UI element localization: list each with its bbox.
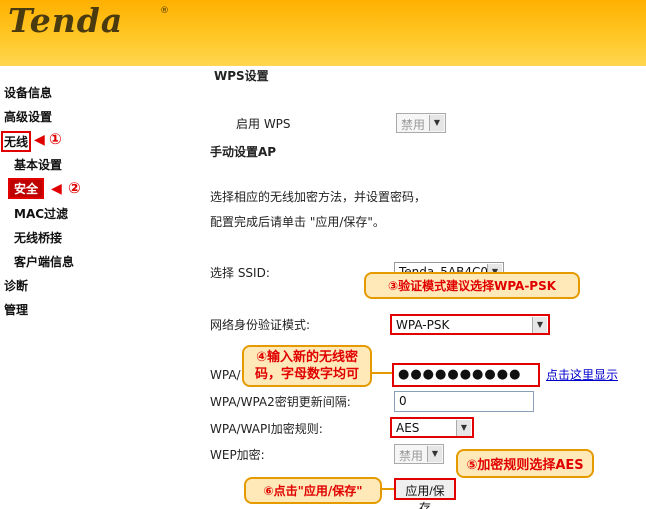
arrow-left-icon: ◀ bbox=[34, 132, 45, 148]
wep-label: WEP加密: bbox=[210, 448, 265, 462]
registered-mark: ® bbox=[160, 6, 169, 16]
sidebar-item-diagnostics[interactable]: 诊断 bbox=[4, 277, 28, 294]
callout-password: ④输入新的无线密 码，字母数字均可 bbox=[242, 345, 372, 387]
sidebar-item-wireless-bridge[interactable]: 无线桥接 bbox=[14, 229, 62, 246]
sidebar-item-device-info[interactable]: 设备信息 bbox=[4, 84, 52, 101]
wpa-key-input[interactable]: ●●●●●●●●●● bbox=[392, 363, 540, 387]
sidebar: 设备信息 高级设置 无线 ◀ ① 基本设置 安全 ◀ ② MAC过滤 无线桥接 … bbox=[0, 66, 172, 509]
header-banner: Tenda ® bbox=[0, 0, 646, 66]
callout-apply: ⑥点击"应用/保存" bbox=[244, 477, 382, 504]
show-password-link[interactable]: 点击这里显示 bbox=[546, 366, 618, 383]
manual-ap-title: 手动设置AP bbox=[210, 145, 277, 159]
sidebar-item-wireless[interactable]: 无线 bbox=[1, 131, 32, 152]
encryption-rule-label: WPA/WAPI加密规则: bbox=[210, 422, 323, 436]
wpa-key-label: WPA/ bbox=[210, 368, 241, 382]
step-1-marker: ① bbox=[49, 130, 62, 148]
description-line-2: 配置完成后请单击 "应用/保存"。 bbox=[210, 215, 385, 229]
chevron-down-icon: ▼ bbox=[456, 420, 471, 436]
step-2-marker: ② bbox=[68, 179, 81, 197]
tenda-logo: Tenda bbox=[8, 1, 124, 40]
ssid-label: 选择 SSID: bbox=[210, 266, 270, 280]
rekey-interval-label: WPA/WPA2密钥更新间隔: bbox=[210, 395, 351, 409]
arrow-left-icon: ◀ bbox=[51, 181, 62, 197]
sidebar-item-security[interactable]: 安全 bbox=[8, 178, 45, 199]
apply-save-button[interactable]: 应用/保存 bbox=[394, 478, 456, 509]
callout-pointer bbox=[382, 488, 394, 490]
chevron-down-icon: ▼ bbox=[429, 115, 444, 131]
callout-pointer bbox=[372, 372, 392, 374]
auth-mode-select[interactable]: WPA-PSK ▼ bbox=[390, 314, 550, 335]
sidebar-item-advanced[interactable]: 高级设置 bbox=[4, 108, 52, 125]
sidebar-item-client-info[interactable]: 客户端信息 bbox=[14, 253, 74, 270]
sidebar-item-mac-filter[interactable]: MAC过滤 bbox=[14, 205, 68, 222]
rekey-interval-input[interactable]: 0 bbox=[394, 391, 534, 412]
main-content: WPS设置 启用 WPS 禁用 ▼ 手动设置AP 选择相应的无线加密方法，并设置… bbox=[172, 66, 646, 509]
sidebar-item-management[interactable]: 管理 bbox=[4, 301, 28, 318]
encryption-rule-select[interactable]: AES ▼ bbox=[390, 417, 474, 438]
chevron-down-icon: ▼ bbox=[427, 446, 442, 462]
wps-enable-select[interactable]: 禁用 ▼ bbox=[396, 113, 446, 133]
sidebar-item-basic[interactable]: 基本设置 bbox=[14, 156, 62, 173]
chevron-down-icon: ▼ bbox=[532, 317, 547, 333]
description-line-1: 选择相应的无线加密方法，并设置密码， bbox=[210, 190, 427, 204]
callout-auth-mode: ③验证模式建议选择WPA-PSK bbox=[364, 272, 580, 299]
wep-select[interactable]: 禁用 ▼ bbox=[394, 444, 444, 464]
auth-mode-label: 网络身份验证模式: bbox=[210, 318, 311, 332]
wps-enable-label: 启用 WPS bbox=[236, 117, 291, 131]
callout-encryption: ⑤加密规则选择AES bbox=[456, 449, 594, 478]
wps-section-title: WPS设置 bbox=[214, 69, 269, 83]
